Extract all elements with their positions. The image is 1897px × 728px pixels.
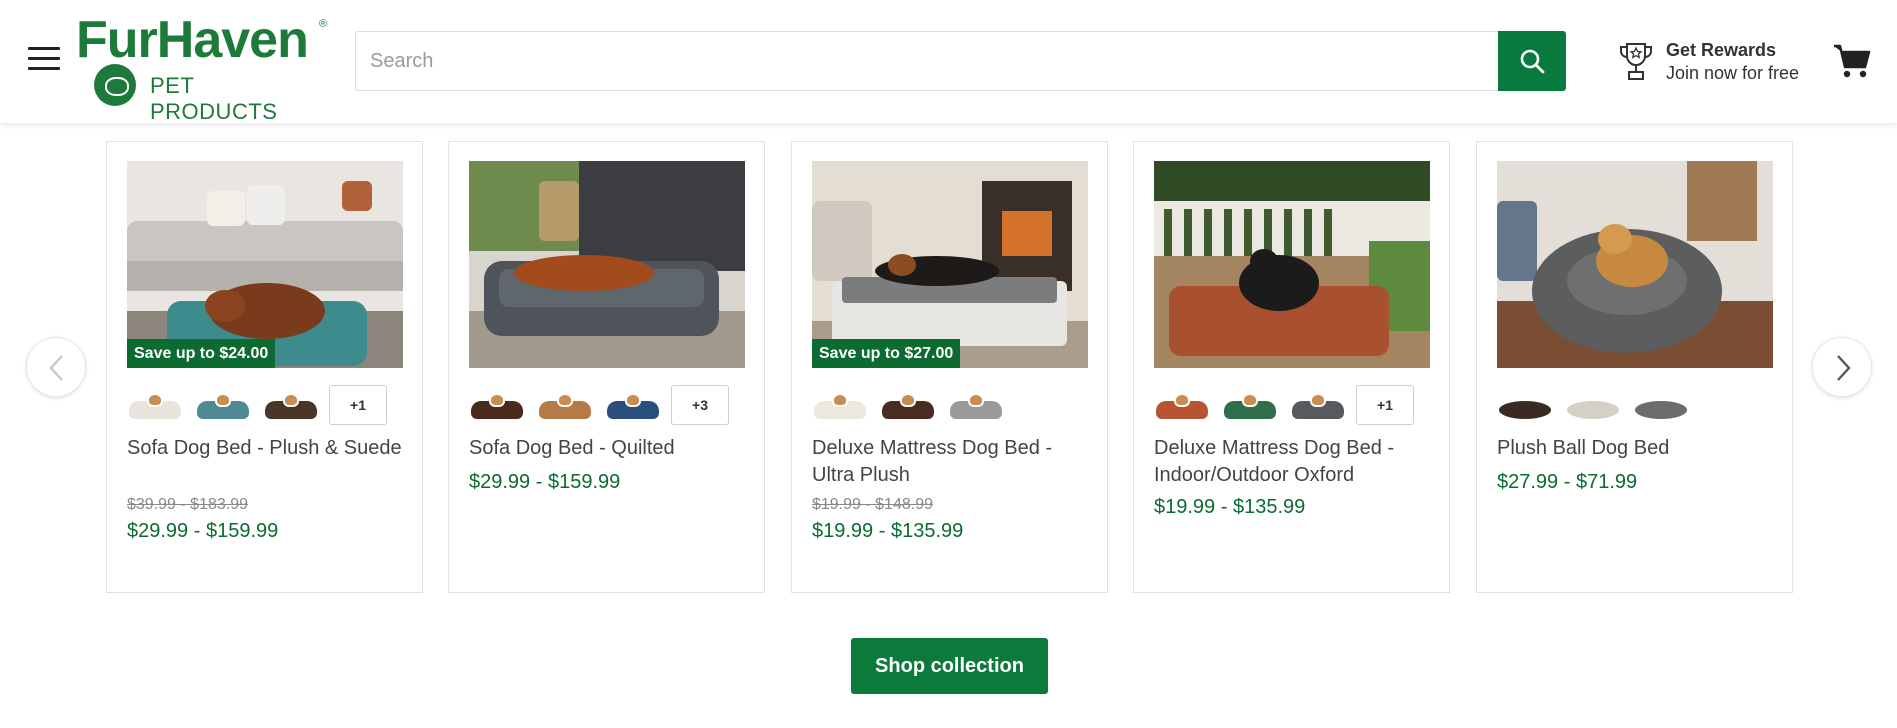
price: $19.99 - $135.99 <box>1154 496 1306 518</box>
swatch-dog-icon <box>215 393 231 407</box>
product-title[interactable]: Plush Ball Dog Bed <box>1497 435 1777 462</box>
swatch-dog-icon <box>1174 393 1190 407</box>
swatch-option[interactable] <box>605 387 661 423</box>
product-title[interactable]: Sofa Dog Bed - Plush & Suede <box>127 435 407 462</box>
cart-button[interactable] <box>1833 43 1871 84</box>
product-card: Save up to $24.00 +1 Sofa Dog Bed - Plus… <box>106 141 423 593</box>
swatch-option[interactable] <box>1154 387 1210 423</box>
swatch-dog-icon <box>968 393 984 407</box>
site-header: FurHaven ® PET PRODUCTS Get Rewards Join… <box>0 0 1897 124</box>
swatch-option[interactable] <box>127 387 183 423</box>
search-input[interactable] <box>355 31 1498 91</box>
swatch-option[interactable] <box>1565 387 1621 423</box>
swatch-bed <box>1635 401 1687 419</box>
original-price: $19.99 - $148.99 <box>812 496 933 513</box>
rewards-title: Get Rewards <box>1666 40 1777 60</box>
rewards-link[interactable]: Get Rewards Join now for free <box>1617 38 1817 86</box>
swatch-dog-icon <box>283 393 299 407</box>
product-card: +1 Deluxe Mattress Dog Bed - Indoor/Outd… <box>1133 141 1450 593</box>
shop-collection-button[interactable]: Shop collection <box>851 638 1048 694</box>
color-swatches: +1 <box>127 385 407 425</box>
chevron-right-icon <box>1837 355 1851 381</box>
swatch-dog-icon <box>900 393 916 407</box>
swatch-option[interactable] <box>880 387 936 423</box>
swatch-dog-icon <box>147 393 163 407</box>
logo-tagline: PET PRODUCTS <box>150 73 278 124</box>
logo-wordmark: FurHaven <box>76 11 309 69</box>
save-badge: Save up to $24.00 <box>127 339 276 368</box>
swatch-dog-icon <box>1242 393 1258 407</box>
swatch-option[interactable] <box>469 387 525 423</box>
color-swatches: +3 <box>469 385 749 425</box>
swatch-option[interactable] <box>1633 387 1689 423</box>
swatch-option[interactable] <box>537 387 593 423</box>
product-image[interactable]: Save up to $24.00 <box>127 161 403 368</box>
color-swatches <box>1497 385 1777 425</box>
product-card: +3 Sofa Dog Bed - Quilted $29.99 - $159.… <box>448 141 765 593</box>
price: $29.99 - $159.99 <box>469 471 621 493</box>
product-image[interactable] <box>1154 161 1430 368</box>
rewards-subtitle: Join now for free <box>1666 63 1800 83</box>
swatch-option[interactable] <box>195 387 251 423</box>
registered-mark: ® <box>319 18 328 30</box>
swatch-dog-icon <box>625 393 641 407</box>
product-title[interactable]: Sofa Dog Bed - Quilted <box>469 435 749 462</box>
search-bar <box>355 31 1566 91</box>
product-image[interactable]: Save up to $27.00 <box>812 161 1088 368</box>
carousel-next-button[interactable] <box>1812 337 1872 397</box>
swatch-dog-icon <box>1310 393 1326 407</box>
swatch-dog-icon <box>489 393 505 407</box>
search-icon <box>1520 49 1545 74</box>
swatch-dog-icon <box>557 393 573 407</box>
original-price: $39.99 - $183.99 <box>127 496 248 513</box>
furhaven-logo[interactable]: FurHaven ® PET PRODUCTS <box>76 11 328 124</box>
product-image[interactable] <box>1497 161 1773 368</box>
swatch-option[interactable] <box>1497 387 1553 423</box>
more-swatches-button[interactable]: +1 <box>1356 385 1414 425</box>
swatch-bed <box>1567 401 1619 419</box>
product-title[interactable]: Deluxe Mattress Dog Bed - Ultra Plush <box>812 435 1092 489</box>
swatch-dog-icon <box>832 393 848 407</box>
more-swatches-button[interactable]: +1 <box>329 385 387 425</box>
trophy-icon <box>1619 43 1653 80</box>
swatch-option[interactable] <box>263 387 319 423</box>
product-card: Save up to $27.00 Deluxe Mattress Dog Be… <box>791 141 1108 593</box>
search-button[interactable] <box>1498 31 1566 91</box>
swatch-bed <box>1499 401 1551 419</box>
sale-price: $19.99 - $135.99 <box>812 520 964 542</box>
product-card: Plush Ball Dog Bed $27.99 - $71.99 <box>1476 141 1793 593</box>
cart-icon <box>1834 44 1871 78</box>
chevron-left-icon <box>49 355 63 381</box>
swatch-option[interactable] <box>1222 387 1278 423</box>
price: $27.99 - $71.99 <box>1497 471 1638 493</box>
more-swatches-button[interactable]: +3 <box>671 385 729 425</box>
product-image[interactable] <box>469 161 745 368</box>
color-swatches <box>812 385 1092 425</box>
carousel-prev-button[interactable] <box>26 337 86 397</box>
sale-price: $29.99 - $159.99 <box>127 520 279 542</box>
logo-dog-badge-icon <box>94 64 136 106</box>
color-swatches: +1 <box>1154 385 1434 425</box>
save-badge: Save up to $27.00 <box>812 339 961 368</box>
product-title[interactable]: Deluxe Mattress Dog Bed - Indoor/Outdoor… <box>1154 435 1434 489</box>
hamburger-menu-icon[interactable] <box>28 47 60 73</box>
swatch-option[interactable] <box>948 387 1004 423</box>
swatch-option[interactable] <box>812 387 868 423</box>
swatch-option[interactable] <box>1290 387 1346 423</box>
